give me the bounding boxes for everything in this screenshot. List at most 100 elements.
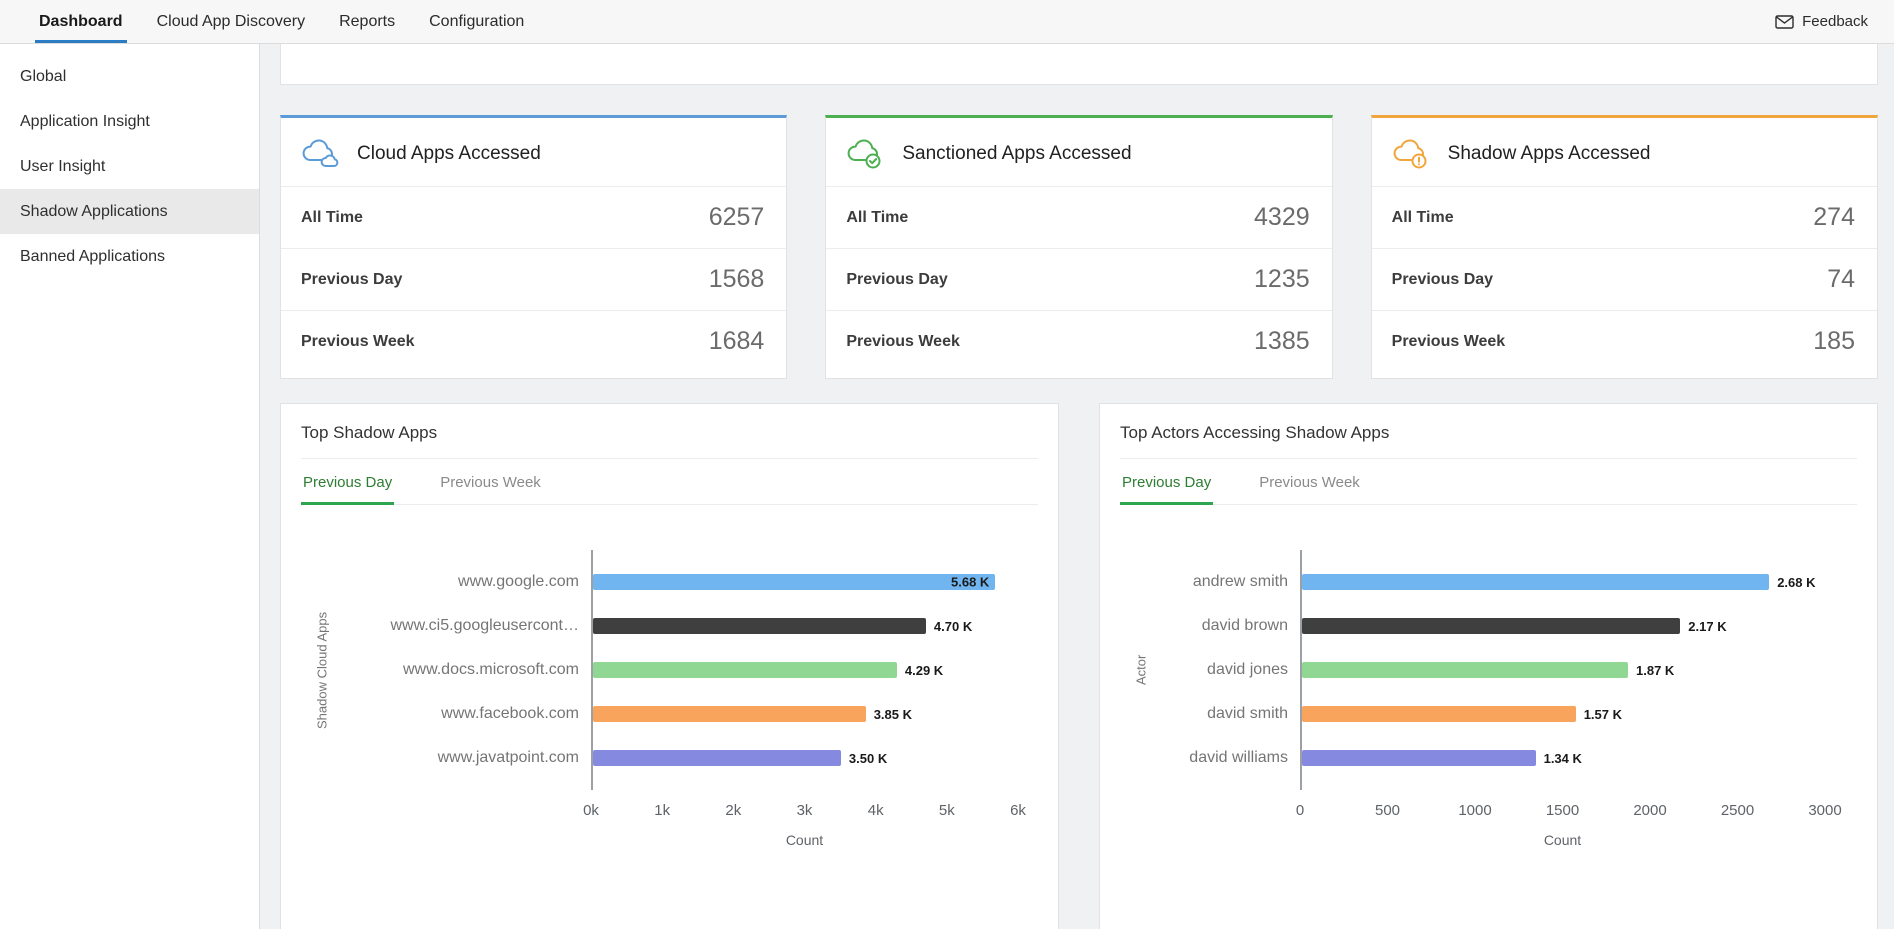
bars-area: andrew smith2.68 Kdavid brown2.17 Kdavid… xyxy=(1300,550,1825,790)
x-tick-label: 1500 xyxy=(1546,802,1579,819)
tab-previous-day[interactable]: Previous Day xyxy=(301,459,394,504)
bar-value-label: 2.17 K xyxy=(1688,619,1726,634)
stat-label: Previous Week xyxy=(301,333,415,351)
cloud-warning-icon xyxy=(1392,138,1432,170)
category-label: andrew smith xyxy=(1193,573,1288,591)
category-label: www.ci5.googleusercont… xyxy=(390,617,579,635)
chart-panel-row: Top Shadow Apps Previous Day Previous We… xyxy=(280,403,1878,929)
stat-row-previous-day: Previous Day 74 xyxy=(1372,248,1877,310)
x-tick-label: 2000 xyxy=(1633,802,1666,819)
chart-row: david brown2.17 K xyxy=(1302,604,1825,648)
chart-row: david williams1.34 K xyxy=(1302,736,1825,780)
sidebar-item-user-insight[interactable]: User Insight xyxy=(0,144,259,189)
stat-label: Previous Day xyxy=(846,271,947,289)
x-tick-label: 3000 xyxy=(1808,802,1841,819)
plot-area: www.google.com 5.68 K www.ci5.googleuserco… xyxy=(335,550,1058,848)
panel-tabs: Previous Day Previous Week xyxy=(301,459,1038,505)
stat-value: 1684 xyxy=(709,327,765,356)
app-window: Dashboard Cloud App Discovery Reports Co… xyxy=(0,0,1894,929)
x-tick-label: 0k xyxy=(583,802,599,819)
bar-www-docs-microsoft-com[interactable] xyxy=(593,662,897,678)
x-tick-label: 0 xyxy=(1296,802,1304,819)
bar-david-smith[interactable] xyxy=(1302,706,1576,722)
stat-label: Previous Week xyxy=(1392,333,1506,351)
bars-area: www.google.com5.68 Kwww.ci5.googleuserco… xyxy=(591,550,1018,790)
card-header: Sanctioned Apps Accessed xyxy=(826,118,1331,186)
stat-value: 274 xyxy=(1813,203,1855,232)
bar-david-williams[interactable] xyxy=(1302,750,1536,766)
cloud-check-icon xyxy=(846,138,886,170)
bar-chart-top-actors: Actor andrew smith2.68 Kdavid brown2.17 … xyxy=(1100,505,1877,866)
tab-previous-week[interactable]: Previous Week xyxy=(1257,459,1362,504)
chart-row: www.javatpoint.com3.50 K xyxy=(593,736,1018,780)
x-tick-label: 500 xyxy=(1375,802,1400,819)
tab-reports[interactable]: Reports xyxy=(337,0,397,43)
x-tick-label: 1k xyxy=(654,802,670,819)
stat-value: 6257 xyxy=(709,203,765,232)
tab-dashboard[interactable]: Dashboard xyxy=(37,0,125,43)
sidebar-item-banned-applications[interactable]: Banned Applications xyxy=(0,234,259,279)
tab-dashboard-label: Dashboard xyxy=(39,13,123,31)
stat-row-previous-day: Previous Day 1235 xyxy=(826,248,1331,310)
feedback-label: Feedback xyxy=(1802,13,1868,30)
bar-value-label: 1.57 K xyxy=(1584,707,1622,722)
x-axis-title: Count xyxy=(591,832,1018,848)
stat-value: 74 xyxy=(1827,265,1855,294)
x-axis: 050010001500200025003000 xyxy=(1300,802,1825,822)
stat-card-shadow-apps-accessed: Shadow Apps Accessed All Time 274 Previo… xyxy=(1371,115,1878,379)
tab-reports-label: Reports xyxy=(339,13,395,31)
tab-previous-day[interactable]: Previous Day xyxy=(1120,459,1213,504)
bar-www-ci5-googleusercont[interactable] xyxy=(593,618,926,634)
feedback-button[interactable]: Feedback xyxy=(1749,0,1894,43)
bar-value-label: 5.68 K xyxy=(951,575,989,590)
sidebar-item-application-insight[interactable]: Application Insight xyxy=(0,99,259,144)
stat-label: All Time xyxy=(1392,209,1454,227)
x-axis-title: Count xyxy=(1300,832,1825,848)
chart-panel-top-shadow-apps: Top Shadow Apps Previous Day Previous We… xyxy=(280,403,1059,929)
stat-row-previous-week: Previous Week 185 xyxy=(1372,310,1877,372)
category-label: www.google.com xyxy=(458,573,579,591)
chart-row: www.docs.microsoft.com4.29 K xyxy=(593,648,1018,692)
bar-www-javatpoint-com[interactable] xyxy=(593,750,841,766)
stat-value: 1235 xyxy=(1254,265,1310,294)
chart-row: david smith1.57 K xyxy=(1302,692,1825,736)
sidebar: Global Application Insight User Insight … xyxy=(0,44,260,929)
bar-value-label: 3.85 K xyxy=(874,707,912,722)
bar-value-label: 1.87 K xyxy=(1636,663,1674,678)
chart-row: www.ci5.googleusercont…4.70 K xyxy=(593,604,1018,648)
tab-configuration[interactable]: Configuration xyxy=(427,0,526,43)
card-header: Cloud Apps Accessed xyxy=(281,118,786,186)
stat-card-row: Cloud Apps Accessed All Time 6257 Previo… xyxy=(280,115,1878,379)
category-label: david smith xyxy=(1207,705,1288,723)
stat-label: All Time xyxy=(301,209,363,227)
tab-previous-week[interactable]: Previous Week xyxy=(438,459,543,504)
category-label: david brown xyxy=(1202,617,1288,635)
x-tick-label: 5k xyxy=(939,802,955,819)
bar-david-brown[interactable] xyxy=(1302,618,1680,634)
bar-value-label: 2.68 K xyxy=(1777,575,1815,590)
stat-row-previous-week: Previous Week 1385 xyxy=(826,310,1331,372)
x-tick-label: 4k xyxy=(868,802,884,819)
main-content: Cloud Apps Accessed All Time 6257 Previo… xyxy=(260,44,1894,929)
stat-row-all-time: All Time 6257 xyxy=(281,186,786,248)
category-label: www.docs.microsoft.com xyxy=(403,661,579,679)
category-label: david jones xyxy=(1207,661,1288,679)
tab-cloud-app-discovery[interactable]: Cloud App Discovery xyxy=(155,0,308,43)
category-label: www.facebook.com xyxy=(441,705,579,723)
x-tick-label: 3k xyxy=(797,802,813,819)
stat-row-previous-day: Previous Day 1568 xyxy=(281,248,786,310)
sidebar-item-shadow-applications[interactable]: Shadow Applications xyxy=(0,189,259,234)
scrolled-panel-edge xyxy=(280,44,1878,85)
chart-row: www.facebook.com3.85 K xyxy=(593,692,1018,736)
bar-david-jones[interactable] xyxy=(1302,662,1628,678)
envelope-icon xyxy=(1775,15,1794,29)
bar-www-google-com[interactable]: 5.68 K xyxy=(593,574,995,590)
stat-card-sanctioned-apps-accessed: Sanctioned Apps Accessed All Time 4329 P… xyxy=(825,115,1332,379)
sidebar-item-global[interactable]: Global xyxy=(0,54,259,99)
stat-label: Previous Day xyxy=(301,271,402,289)
x-tick-label: 6k xyxy=(1010,802,1026,819)
bar-www-facebook-com[interactable] xyxy=(593,706,866,722)
stat-label: All Time xyxy=(846,209,908,227)
x-axis: 0k1k2k3k4k5k6k xyxy=(591,802,1018,822)
bar-andrew-smith[interactable] xyxy=(1302,574,1769,590)
